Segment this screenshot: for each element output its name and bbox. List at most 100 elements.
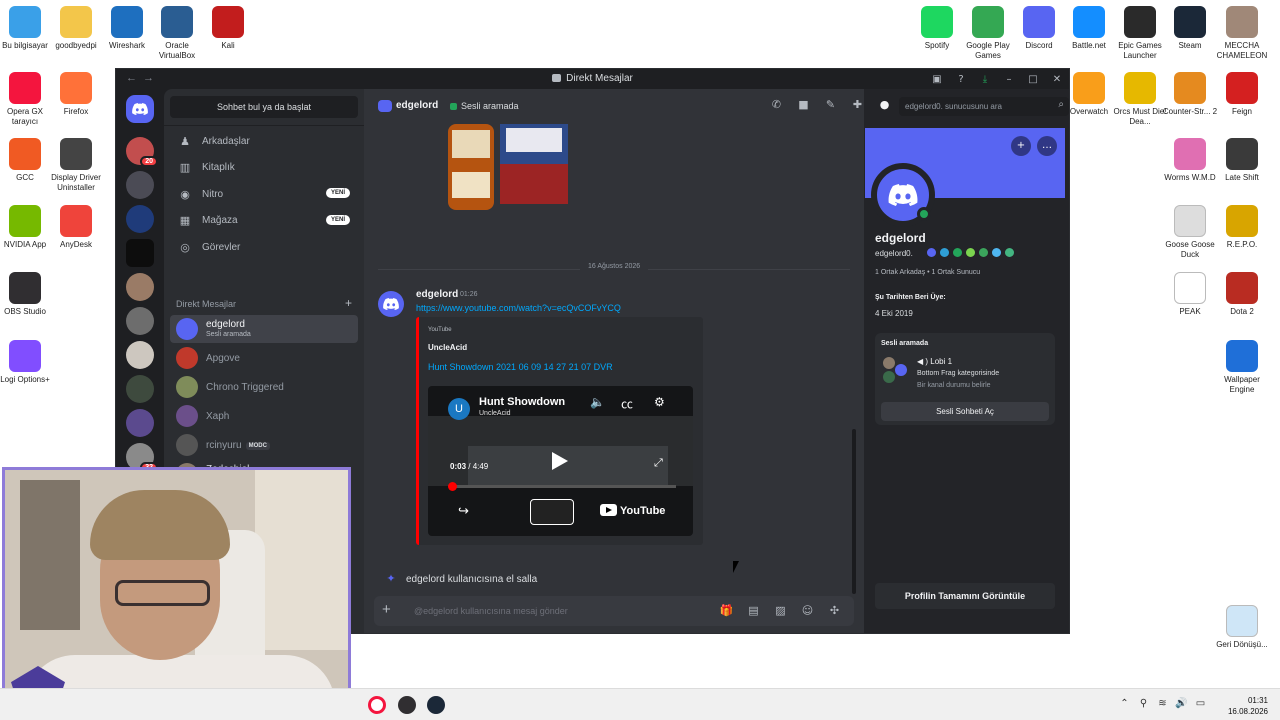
desktop-icon[interactable]: Worms W.M.D (1161, 138, 1219, 183)
embed-title[interactable]: Hunt Showdown 2021 06 09 14 27 21 07 DVR (428, 362, 613, 372)
discord-home-button[interactable] (126, 95, 154, 123)
nav-item[interactable]: ▥ Kitaplık (170, 156, 358, 180)
desktop-icon[interactable]: Logi Options+ (0, 340, 54, 385)
desktop-icon[interactable]: R.E.P.O. (1213, 205, 1271, 250)
volume-icon[interactable]: 🔊 (1172, 698, 1191, 709)
play-icon[interactable] (552, 452, 568, 470)
dm-item[interactable]: Apgove (170, 344, 358, 372)
view-full-profile-button[interactable]: Profilin Tamamını Görüntüle (875, 583, 1055, 609)
dm-item[interactable]: Xaph (170, 402, 358, 430)
desktop-icon[interactable]: NVIDIA App (0, 205, 54, 250)
wave-button[interactable]: ✦ edgelord kullanıcısına el salla (378, 567, 537, 591)
badge-icon[interactable] (992, 248, 1001, 257)
recipient-name[interactable]: edgelord (396, 100, 438, 111)
badge-icon[interactable] (940, 248, 949, 257)
nav-item[interactable]: ▦ Mağaza YENİ (170, 209, 358, 233)
server-icon[interactable] (126, 239, 154, 267)
embed-author[interactable]: UncleAcid (428, 343, 467, 352)
youtube-logo[interactable]: YouTube (600, 504, 665, 517)
desktop-icon[interactable]: Goose Goose Duck (1161, 205, 1219, 260)
message-composer[interactable]: + @edgelord kullanıcısına mesaj gönder 🎁… (374, 596, 854, 626)
video-title[interactable]: Hunt Showdown (479, 396, 565, 408)
sticker-icon[interactable]: ▨ (767, 604, 794, 617)
show-hidden-icons-icon[interactable]: ⌃ (1115, 698, 1134, 709)
dm-item[interactable]: Chrono Triggered (170, 373, 358, 401)
inbox-icon[interactable]: ▣ (925, 69, 949, 89)
desktop-icon[interactable]: Steam (1161, 6, 1219, 51)
channel-status[interactable]: Bir kanal durumu belirle (917, 382, 991, 389)
desktop-icon[interactable]: goodbyedpi (47, 6, 105, 51)
add-friend-icon[interactable]: + (1011, 136, 1031, 156)
progress-knob[interactable] (448, 482, 458, 491)
server-icon[interactable] (126, 205, 154, 233)
search-input[interactable]: edgelord0. sunucusunu ara (905, 102, 1002, 111)
desktop-icon[interactable]: Battle.net (1060, 6, 1118, 51)
message-avatar[interactable] (378, 291, 404, 317)
badge-icon[interactable] (966, 248, 975, 257)
close-button[interactable]: ✕ (1045, 69, 1069, 89)
dm-item[interactable]: edgelord Sesli aramada (170, 315, 358, 343)
desktop-icon[interactable]: Opera GX tarayıcı (0, 72, 54, 127)
steam-taskbar-icon[interactable] (427, 696, 445, 714)
nav-item[interactable]: ◎ Görevler (170, 235, 358, 259)
server-icon[interactable] (126, 273, 154, 301)
desktop-icon[interactable]: Google Play Games (959, 6, 1017, 61)
settings-icon[interactable]: ⚙ (654, 395, 665, 409)
download-icon[interactable]: ⤓ (973, 69, 997, 89)
nav-item[interactable]: ♟ Arkadaşlar (170, 129, 358, 153)
desktop-icon[interactable]: Spotify (908, 6, 966, 51)
profile-avatar[interactable] (871, 163, 935, 227)
chat-scrollbar[interactable] (852, 429, 856, 594)
progress-bar[interactable] (450, 485, 676, 488)
message-input[interactable]: @edgelord kullanıcısına mesaj gönder (414, 606, 568, 616)
dm-item[interactable]: rcinyuru MODC (170, 431, 358, 459)
voice-call-icon[interactable]: ✆ (763, 98, 790, 111)
opera-gx-taskbar-icon[interactable] (368, 696, 386, 714)
server-icon[interactable] (126, 341, 154, 369)
badge-icon[interactable] (1005, 248, 1014, 257)
message-link[interactable]: https://www.youtube.com/watch?v=ecQvCOFv… (416, 303, 621, 313)
help-icon[interactable]: ? (949, 69, 973, 89)
badge-icon[interactable] (953, 248, 962, 257)
user-profile-icon[interactable]: ● (871, 98, 898, 111)
desktop-icon[interactable]: Firefox (47, 72, 105, 117)
desktop-icon[interactable]: Kali (199, 6, 257, 51)
desktop-icon[interactable]: Feign (1213, 72, 1271, 117)
desktop-icon[interactable]: Late Shift (1213, 138, 1271, 183)
desktop-icon[interactable]: OBS Studio (0, 272, 54, 317)
minimize-button[interactable]: – (997, 69, 1021, 89)
mutuals[interactable]: 1 Ortak Arkadaş • 1 Ortak Sunucu (875, 269, 980, 276)
video-thumbnail[interactable] (530, 499, 574, 525)
create-dm-icon[interactable]: + (345, 296, 352, 310)
find-conversation-button[interactable]: Sohbet bul ya da başlat (170, 96, 358, 118)
battery-icon[interactable]: ▭ (1191, 698, 1210, 709)
search-box[interactable]: edgelord0. sunucusunu ara ⌕ (899, 97, 1069, 116)
maximize-button[interactable]: □ (1021, 69, 1045, 89)
emoji-icon[interactable]: ☺ (794, 604, 821, 617)
desktop-icon[interactable]: PEAK (1161, 272, 1219, 317)
gift-icon[interactable]: 🎁 (713, 604, 740, 617)
share-icon[interactable]: ↪ (458, 504, 469, 519)
desktop-icon[interactable]: Oracle VirtualBox (148, 6, 206, 61)
desktop-icon[interactable]: MECCHA CHAMELEON (1213, 6, 1271, 61)
channel-avatar[interactable]: U (448, 398, 470, 420)
more-icon[interactable]: … (1037, 136, 1057, 156)
profile-username[interactable]: edgelord0. (875, 249, 913, 258)
pin-icon[interactable]: ✎ (817, 98, 844, 111)
add-member-icon[interactable]: ✚ (844, 98, 871, 111)
server-icon[interactable]: 20 (126, 137, 158, 167)
desktop-icon[interactable]: GCC (0, 138, 54, 183)
fullscreen-icon[interactable]: ⤢ (654, 456, 663, 470)
tray-app-icon[interactable]: ⚲ (1134, 698, 1153, 709)
server-icon[interactable] (126, 409, 154, 437)
captions-icon[interactable]: ㏄ (621, 395, 633, 412)
network-icon[interactable]: ≋ (1153, 698, 1172, 709)
apps-icon[interactable]: ✣ (821, 604, 848, 617)
open-voice-chat-button[interactable]: Sesli Sohbeti Aç (881, 402, 1049, 421)
nav-item[interactable]: ◉ Nitro YENİ (170, 182, 358, 206)
desktop-icon[interactable]: Dota 2 (1213, 272, 1271, 317)
badge-icon[interactable] (979, 248, 988, 257)
server-icon[interactable] (126, 171, 154, 199)
video-player[interactable]: U Hunt Showdown UncleAcid 🔈 ㏄ ⚙ 0:03 / 4… (428, 386, 693, 536)
desktop-icon[interactable]: Wallpaper Engine (1213, 340, 1271, 395)
